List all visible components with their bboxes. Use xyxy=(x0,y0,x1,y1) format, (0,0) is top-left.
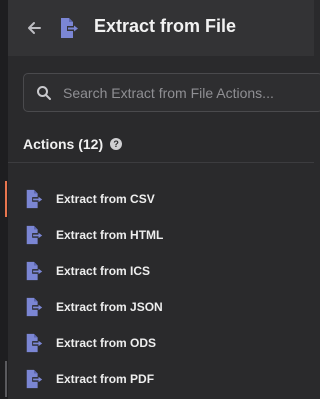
search-icon xyxy=(37,86,51,100)
action-item-extract-pdf[interactable]: Extract from PDF xyxy=(5,361,314,397)
file-export-icon xyxy=(26,369,43,389)
file-export-icon xyxy=(26,333,43,353)
node-panel: Extract from File Actions (12) ? Extract… xyxy=(0,0,320,399)
file-export-icon xyxy=(26,189,43,209)
question-circle-icon[interactable]: ? xyxy=(110,138,123,150)
file-export-icon xyxy=(26,225,43,245)
page-title: Extract from File xyxy=(94,16,237,36)
action-item-label: Extract from ICS xyxy=(56,264,151,278)
action-item-extract-json[interactable]: Extract from JSON xyxy=(8,289,314,325)
action-item-label: Extract from CSV xyxy=(56,192,155,206)
selection-marker xyxy=(5,361,7,397)
search-box xyxy=(23,73,320,112)
actions-heading: Actions (12) ? xyxy=(23,136,123,152)
selection-marker xyxy=(5,181,7,217)
file-export-icon xyxy=(26,261,43,281)
selection-marker xyxy=(5,325,7,361)
action-item-extract-ods[interactable]: Extract from ODS xyxy=(8,325,314,361)
action-item-label: Extract from HTML xyxy=(56,228,164,242)
action-item-extract-html[interactable]: Extract from HTML xyxy=(8,217,314,253)
actions-list: Extract from CSV Extract from HTML Extra… xyxy=(5,181,314,397)
back-button[interactable] xyxy=(25,18,43,38)
action-item-extract-ics[interactable]: Extract from ICS xyxy=(8,253,314,289)
file-export-icon xyxy=(26,297,43,317)
search-input[interactable] xyxy=(63,74,318,111)
panel-header: Extract from File xyxy=(8,0,314,56)
selection-marker xyxy=(5,217,7,253)
action-item-extract-csv[interactable]: Extract from CSV xyxy=(5,181,314,217)
file-export-icon xyxy=(61,18,78,38)
arrow-left-icon xyxy=(28,22,41,34)
divider xyxy=(8,162,314,163)
selection-marker xyxy=(5,289,7,325)
action-item-label: Extract from JSON xyxy=(56,300,163,314)
selection-marker xyxy=(5,253,7,289)
actions-heading-label: Actions (12) xyxy=(23,136,104,152)
action-item-label: Extract from PDF xyxy=(56,372,155,386)
action-item-label: Extract from ODS xyxy=(56,336,157,350)
